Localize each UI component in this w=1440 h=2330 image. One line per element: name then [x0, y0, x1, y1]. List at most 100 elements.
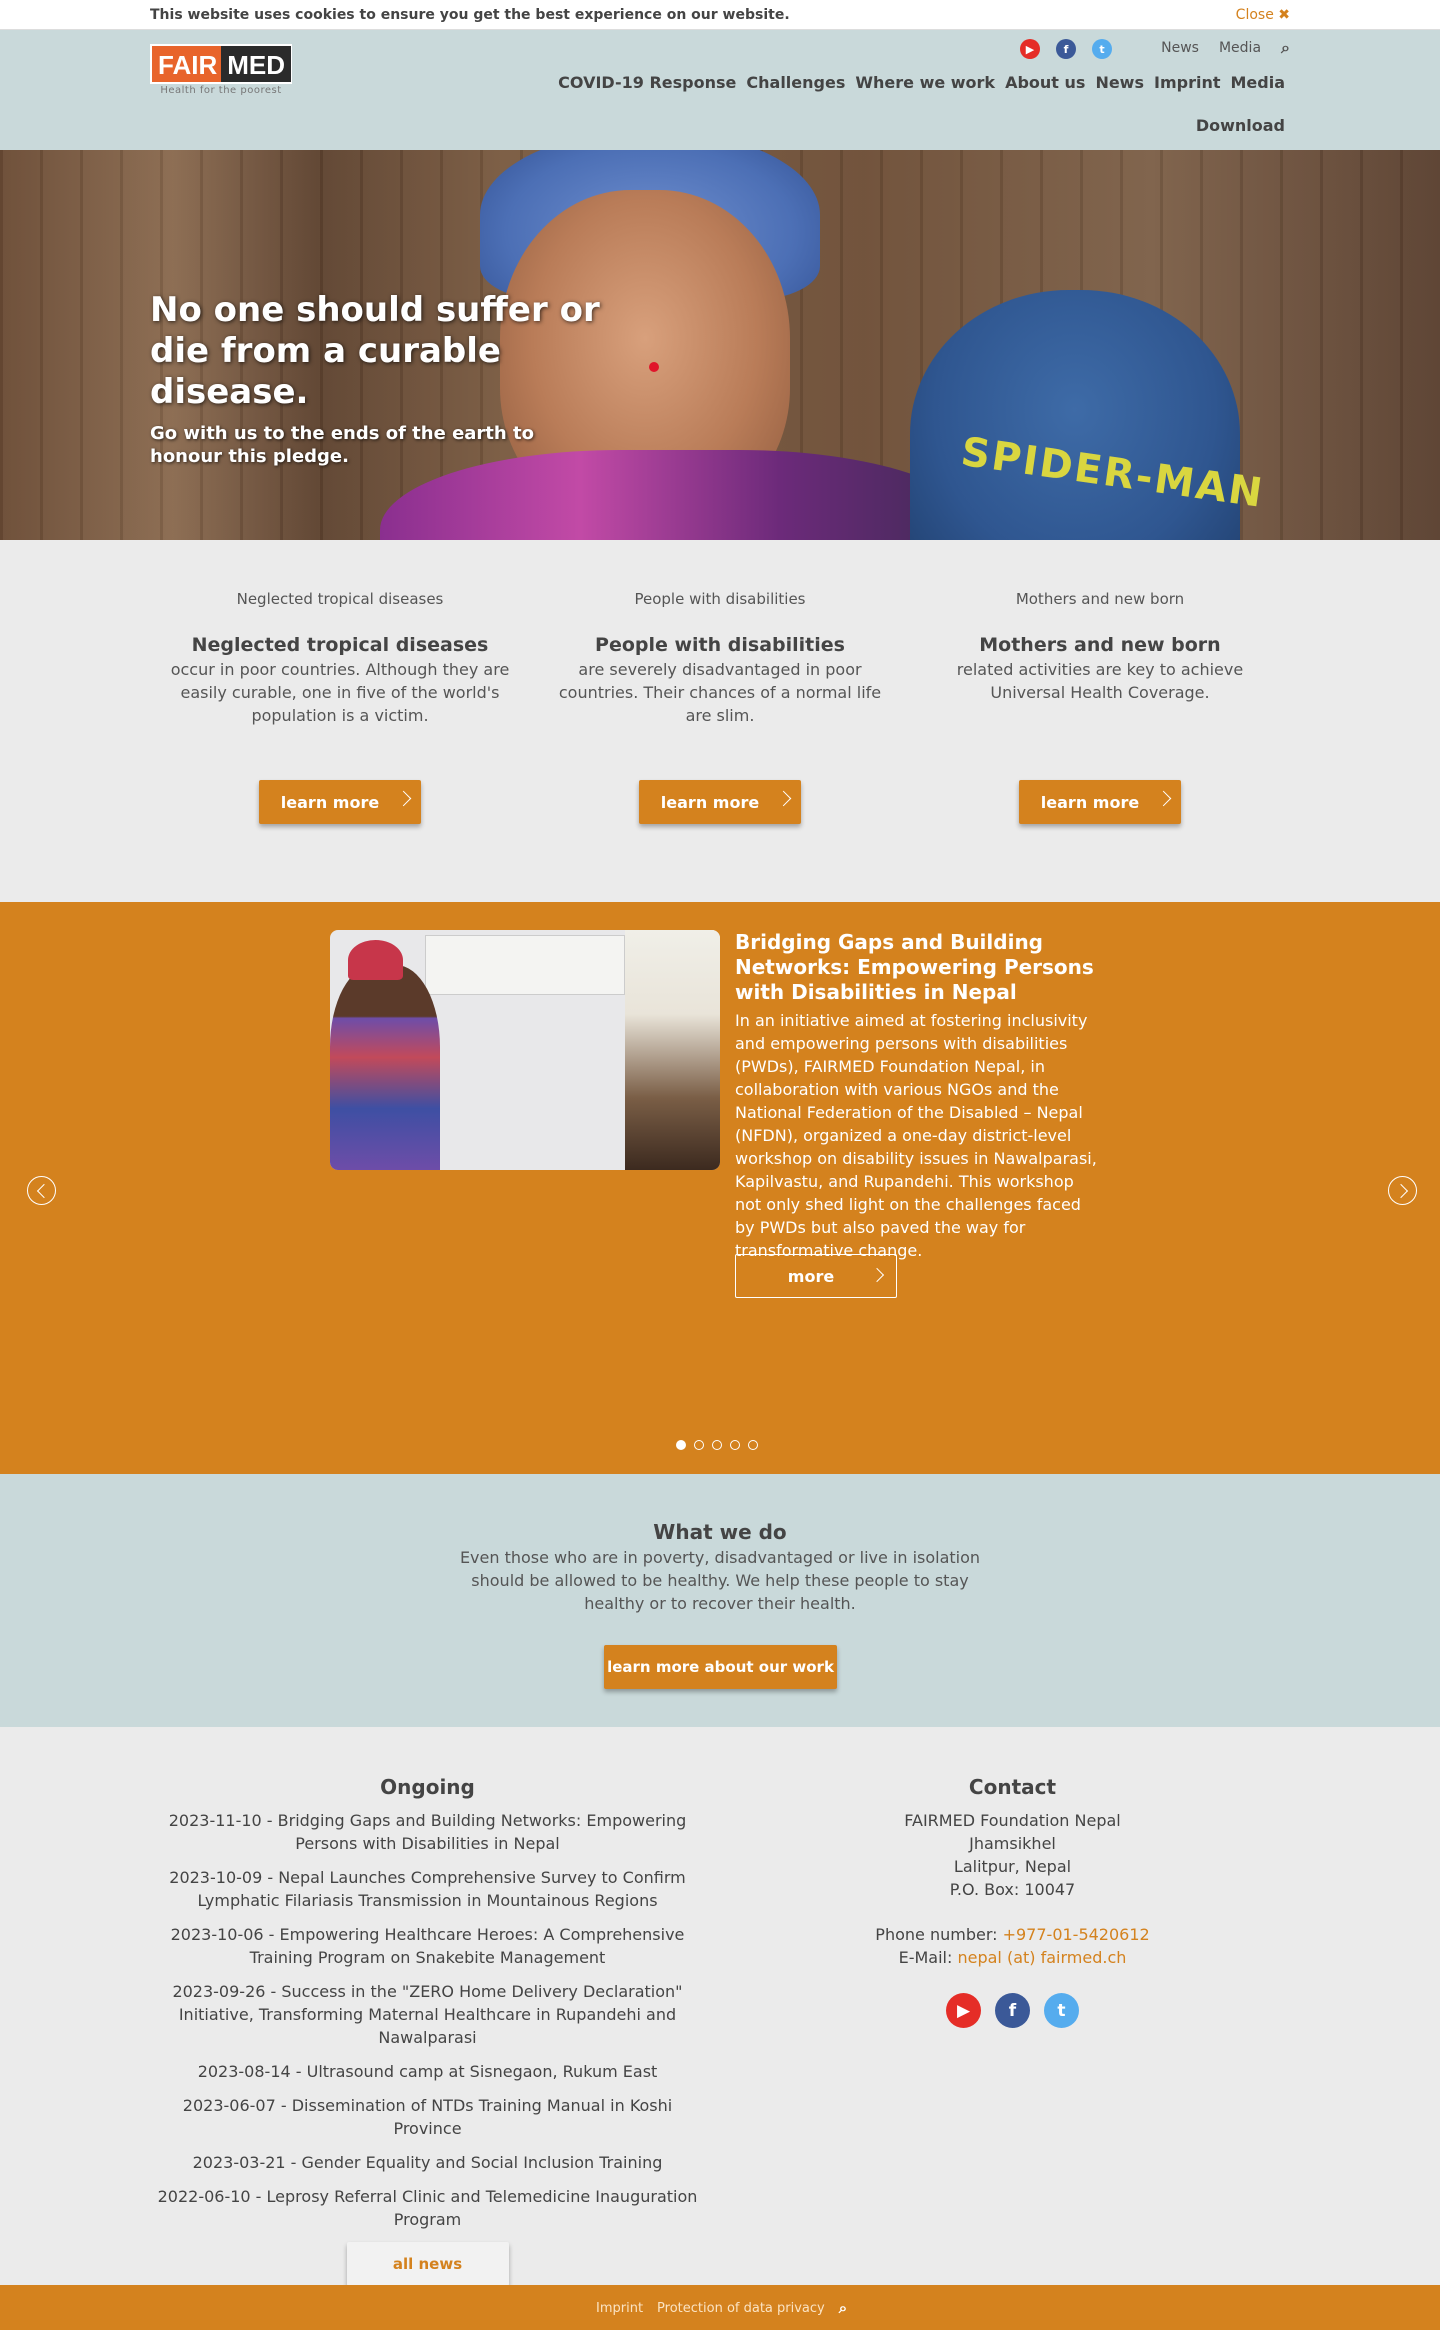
news-item[interactable]: 2023-10-09 - Nepal Launches Comprehensiv…	[150, 1866, 705, 1912]
feature-text: are severely disadvantaged in poor count…	[558, 660, 882, 725]
footer-imprint-link[interactable]: Imprint	[596, 2301, 643, 2316]
slider-dot[interactable]	[748, 1440, 758, 1450]
footer-links: Imprint Protection of data privacy ⌕	[596, 2299, 847, 2317]
slide-image	[330, 930, 720, 1170]
slider-dot[interactable]	[676, 1440, 686, 1450]
chevron-right-icon	[869, 1267, 885, 1283]
hero-subtitle: Go with us to the ends of the earth to h…	[150, 423, 534, 467]
hero-banner: SPIDER-MAN No one should suffer or die f…	[0, 150, 1440, 540]
contact-column: Contact FAIRMED Foundation Nepal Jhamsik…	[740, 1775, 1285, 2028]
button-label: more	[787, 1266, 835, 1286]
news-item[interactable]: 2023-11-10 - Bridging Gaps and Building …	[150, 1809, 705, 1855]
site-logo[interactable]: FAIR MED Health for the poorest	[150, 44, 292, 96]
nav-challenges[interactable]: Challenges	[746, 73, 845, 92]
facebook-icon[interactable]: f	[995, 1993, 1030, 2028]
youtube-icon[interactable]: ▶	[946, 1993, 981, 2028]
news-item[interactable]: 2023-10-06 - Empowering Healthcare Heroe…	[150, 1923, 705, 1969]
slider-dot[interactable]	[694, 1440, 704, 1450]
email-label: E-Mail:	[898, 1948, 953, 1967]
meta-nav-news[interactable]: News	[1161, 40, 1199, 56]
nav-news[interactable]: News	[1095, 73, 1144, 92]
twitter-icon[interactable]: t	[1092, 39, 1112, 59]
contact-phone: Phone number: +977-01-5420612	[740, 1923, 1285, 1946]
header-social-links: ▶ f t	[1020, 39, 1112, 59]
facebook-icon[interactable]: f	[1056, 39, 1076, 59]
learn-more-button-mothers[interactable]: learn more	[1019, 780, 1181, 824]
contact-email: E-Mail: nepal (at) fairmed.ch	[740, 1946, 1285, 1969]
feature-text: occur in poor countries. Although they a…	[170, 660, 510, 725]
cookie-message: This website uses cookies to ensure you …	[150, 7, 790, 23]
nav-imprint[interactable]: Imprint	[1154, 73, 1221, 92]
button-label: learn more	[280, 792, 380, 812]
features-section: Neglected tropical diseases Neglected tr…	[0, 540, 1440, 902]
news-contact-section: Ongoing 2023-11-10 - Bridging Gaps and B…	[0, 1727, 1440, 2286]
news-title: Ongoing	[380, 1775, 475, 1799]
feature-text: related activities are key to achieve Un…	[956, 660, 1244, 702]
search-icon[interactable]: ⌕	[1281, 38, 1290, 58]
what-we-do-section: What we do Even those who are in poverty…	[0, 1474, 1440, 1727]
slide-image-whiteboard	[425, 935, 625, 995]
slide-image-banner	[625, 930, 720, 1170]
feature-title: Neglected tropical diseases	[191, 634, 489, 656]
chevron-right-icon	[395, 790, 412, 807]
news-item[interactable]: 2023-06-07 - Dissemination of NTDs Train…	[150, 2094, 705, 2140]
slide-title: Bridging Gaps and Building Networks: Emp…	[735, 930, 1094, 1004]
contact-address-line: Lalitpur, Nepal	[953, 1857, 1072, 1876]
chevron-right-icon	[1155, 790, 1172, 807]
slider-dot[interactable]	[730, 1440, 740, 1450]
what-we-do-title: What we do	[653, 1520, 787, 1544]
news-column: Ongoing 2023-11-10 - Bridging Gaps and B…	[150, 1775, 705, 2286]
feature-title: People with disabilities	[595, 634, 845, 656]
news-item[interactable]: 2023-08-14 - Ultrasound camp at Sisnegao…	[150, 2060, 705, 2083]
phone-link[interactable]: +977-01-5420612	[1003, 1925, 1150, 1944]
news-slider: Bridging Gaps and Building Networks: Emp…	[0, 902, 1440, 1474]
contact-address-line: P.O. Box: 10047	[949, 1880, 1076, 1899]
nav-media[interactable]: Media	[1230, 73, 1285, 92]
nav-about-us[interactable]: About us	[1005, 73, 1085, 92]
feature-disabilities: People with disabilities People with dis…	[550, 590, 890, 727]
what-we-do-text: Even those who are in poverty, disadvant…	[459, 1548, 981, 1613]
chevron-right-icon	[775, 790, 792, 807]
twitter-icon[interactable]: t	[1044, 1993, 1079, 2028]
footer-social-links: ▶ f t	[740, 1993, 1285, 2028]
contact-address-line: FAIRMED Foundation Nepal	[904, 1811, 1121, 1830]
learn-more-button-ntd[interactable]: learn more	[259, 780, 421, 824]
meta-nav: News Media ⌕	[1161, 38, 1290, 58]
slide-image-speaker	[330, 965, 440, 1170]
phone-label: Phone number:	[875, 1925, 998, 1944]
learn-more-about-work-button[interactable]: learn more about our work	[604, 1645, 837, 1689]
youtube-icon[interactable]: ▶	[1020, 39, 1040, 59]
email-link[interactable]: nepal (at) fairmed.ch	[957, 1948, 1126, 1967]
all-news-button[interactable]: all news	[346, 2242, 509, 2286]
feature-title: Mothers and new born	[979, 634, 1221, 656]
site-footer: Imprint Protection of data privacy ⌕	[0, 2285, 1440, 2330]
news-item[interactable]: 2023-09-26 - Success in the "ZERO Home D…	[150, 1980, 705, 2049]
slider-dots	[676, 1440, 758, 1450]
feature-image-broken: People with disabilities	[634, 590, 806, 608]
nav-download[interactable]: Download	[1196, 116, 1285, 135]
logo-tagline: Health for the poorest	[160, 85, 282, 96]
nav-where-we-work[interactable]: Where we work	[855, 73, 995, 92]
nav-covid-19-response[interactable]: COVID-19 Response	[558, 73, 736, 92]
feature-ntd: Neglected tropical diseases Neglected tr…	[170, 590, 510, 727]
meta-nav-media[interactable]: Media	[1219, 40, 1261, 56]
slider-prev-arrow-icon[interactable]	[27, 1176, 56, 1205]
cookie-close-button[interactable]: Close ✖	[1236, 7, 1290, 23]
slide-more-button[interactable]: more	[735, 1254, 897, 1298]
hero-bindi	[649, 362, 659, 372]
slide-text: In an initiative aimed at fostering incl…	[735, 1011, 1097, 1260]
feature-image-broken: Neglected tropical diseases	[236, 590, 444, 608]
button-label: learn more	[660, 792, 760, 812]
slider-next-arrow-icon[interactable]	[1388, 1176, 1417, 1205]
site-header: FAIR MED Health for the poorest ▶ f t Ne…	[0, 30, 1440, 150]
main-nav: COVID-19 Response Challenges Where we wo…	[558, 73, 1285, 92]
footer-privacy-link[interactable]: Protection of data privacy	[657, 2301, 825, 2316]
logo-med-text: MED	[221, 46, 292, 82]
news-item[interactable]: 2023-03-21 - Gender Equality and Social …	[150, 2151, 705, 2174]
learn-more-button-disabilities[interactable]: learn more	[639, 780, 801, 824]
search-icon[interactable]: ⌕	[839, 2299, 847, 2317]
slider-dot[interactable]	[712, 1440, 722, 1450]
news-item[interactable]: 2022-06-10 - Leprosy Referral Clinic and…	[150, 2185, 705, 2231]
feature-image-broken: Mothers and new born	[1015, 590, 1185, 608]
feature-mothers: Mothers and new born Mothers and new bor…	[930, 590, 1270, 704]
